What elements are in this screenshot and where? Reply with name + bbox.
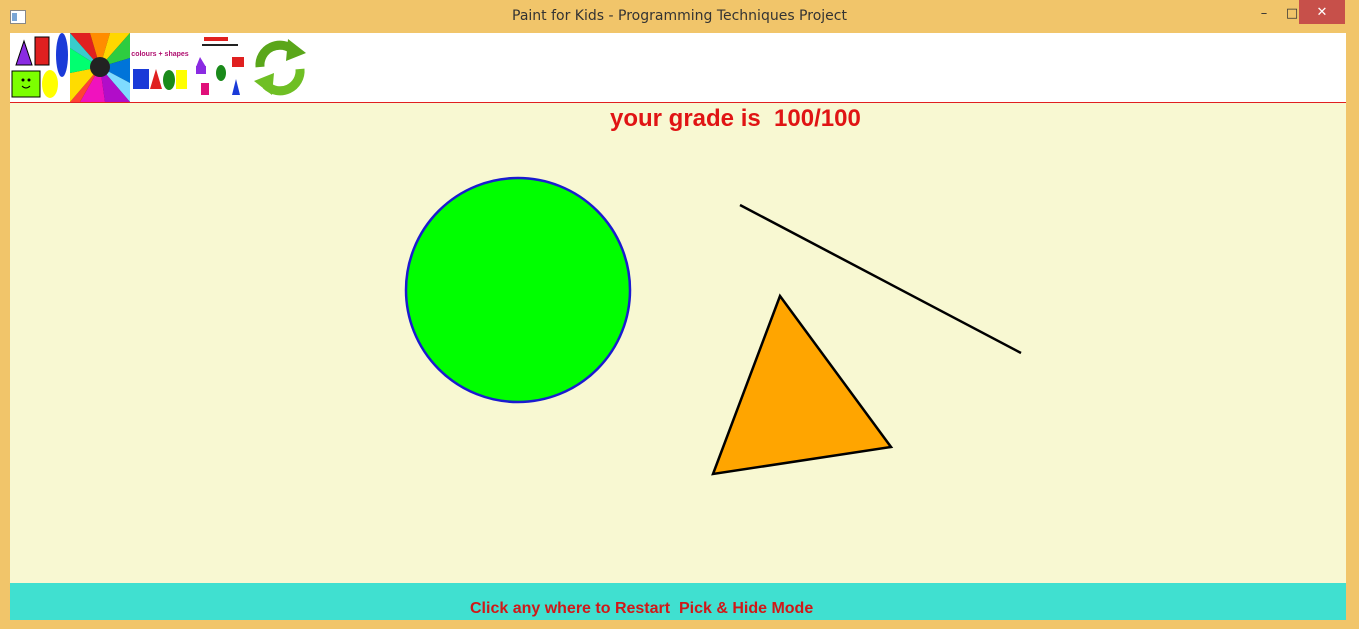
client-area: colours + shapes your grade is 100/100 C…	[10, 33, 1346, 620]
window-border	[1346, 33, 1359, 629]
window-title: Paint for Kids - Programming Techniques …	[512, 8, 847, 24]
restart-icon[interactable]	[250, 33, 310, 102]
colors-palette-icon[interactable]	[70, 33, 130, 102]
svg-text:colours + shapes: colours + shapes	[131, 51, 188, 58]
close-button[interactable]: ✕	[1299, 0, 1345, 24]
pick-and-hide-icon[interactable]	[190, 33, 250, 102]
shapes-mode-icon[interactable]	[10, 33, 70, 102]
colours-and-shapes-icon[interactable]: colours + shapes	[130, 33, 190, 102]
minimize-button[interactable]: –	[1250, 2, 1278, 24]
toolbar: colours + shapes	[10, 33, 1346, 103]
status-bar: Click any where to Restart Pick & Hide M…	[10, 583, 1346, 620]
app-window: Paint for Kids - Programming Techniques …	[0, 0, 1359, 629]
grade-label: your grade is 100/100	[610, 105, 861, 132]
status-message: Click any where to Restart Pick & Hide M…	[470, 600, 814, 617]
drawing-canvas[interactable]	[10, 103, 1346, 583]
orange-triangle-shape[interactable]	[711, 293, 894, 476]
title-bar[interactable]: Paint for Kids - Programming Techniques …	[0, 0, 1359, 33]
green-circle-shape[interactable]	[404, 176, 632, 404]
